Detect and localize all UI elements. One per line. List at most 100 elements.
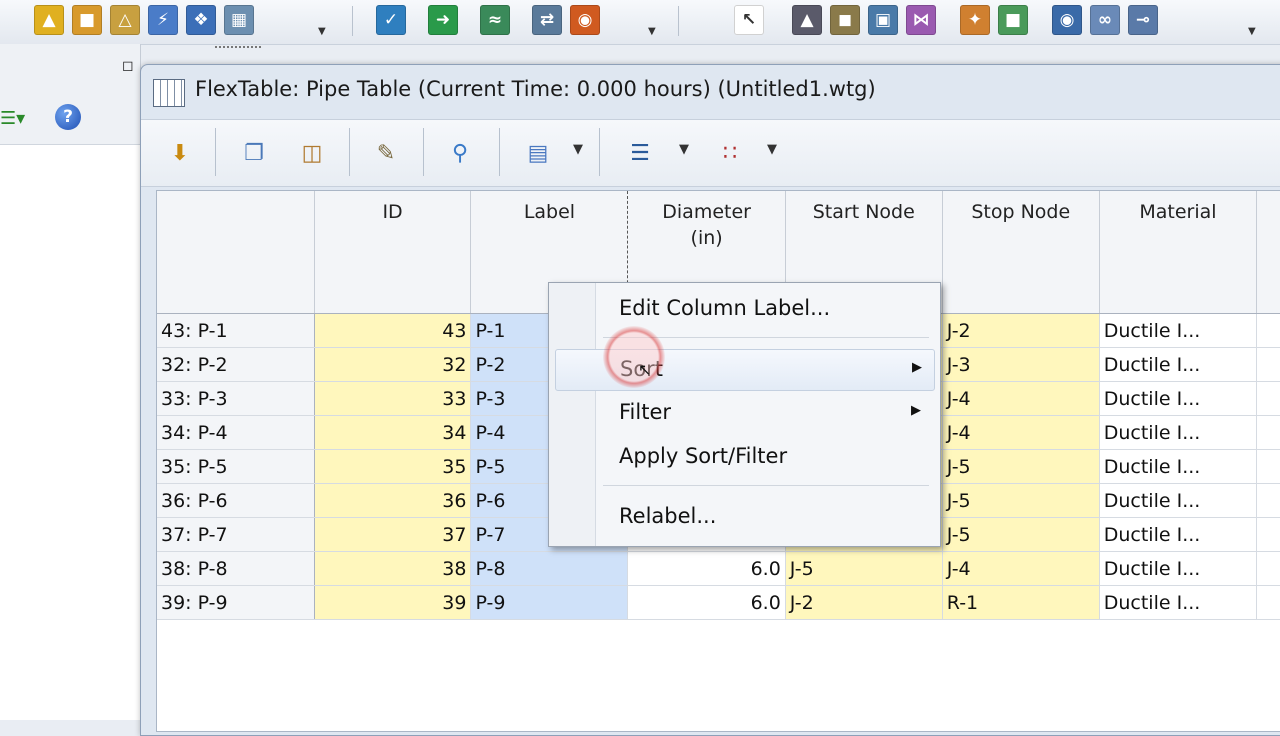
menu-item-edit-column-label[interactable]: Edit Column Label... <box>555 289 933 329</box>
help-icon[interactable]: ? <box>55 104 81 130</box>
row-header[interactable]: 37: P-7 <box>157 517 315 552</box>
cell-id[interactable]: 34 <box>314 415 472 450</box>
menu-item-apply-sort-filter[interactable]: Apply Sort/Filter <box>555 437 933 477</box>
reservoir-tool-icon[interactable]: ▣ <box>868 5 898 35</box>
validate-icon[interactable]: ✓ <box>376 5 406 35</box>
pump-tool-icon[interactable]: ▲ <box>792 5 822 35</box>
columns-icon[interactable]: ☰ <box>623 136 657 170</box>
cell-material[interactable]: Ductile I... <box>1099 415 1258 450</box>
cell-id[interactable]: 38 <box>314 551 472 586</box>
menu-item-relabel[interactable]: Relabel... <box>555 497 933 537</box>
cell-start-node[interactable]: J-5 <box>785 551 943 586</box>
chevron-down-icon[interactable]: ▼ <box>1248 26 1256 37</box>
graph-icon[interactable]: ≈ <box>480 5 510 35</box>
cell-extra[interactable] <box>1256 415 1280 450</box>
column-header-material[interactable]: Material <box>1099 191 1258 314</box>
report-icon[interactable]: ▤ <box>521 136 555 170</box>
cell-id[interactable]: 33 <box>314 381 472 416</box>
column-header-extra[interactable] <box>1256 191 1280 314</box>
cell-id[interactable]: 37 <box>314 517 472 552</box>
cell-id[interactable]: 39 <box>314 585 472 620</box>
cell-extra[interactable] <box>1256 483 1280 518</box>
tank-tool-icon[interactable]: ◼ <box>830 5 860 35</box>
row-header[interactable]: 39: P-9 <box>157 585 315 620</box>
chevron-down-icon[interactable]: ▼ <box>679 142 689 157</box>
scenario-manager-icon[interactable]: ■ <box>72 5 102 35</box>
map-tool-icon[interactable]: ■ <box>998 5 1028 35</box>
paste-icon[interactable]: ◫ <box>295 136 329 170</box>
cell-stop-node[interactable]: J-4 <box>942 381 1100 416</box>
chevron-down-icon[interactable]: ▼ <box>318 26 326 37</box>
copy-icon[interactable]: ❐ <box>237 136 271 170</box>
table-row[interactable]: 38: P-8 38 P-8 6.0 J-5 J-4 Ductile I... <box>157 551 1280 586</box>
row-header[interactable]: 38: P-8 <box>157 551 315 586</box>
cell-label[interactable]: P-9 <box>470 585 629 620</box>
menu-item-sort[interactable]: Sort ▶ <box>555 349 935 391</box>
chevron-down-icon[interactable]: ▼ <box>767 142 777 157</box>
report-icon[interactable]: ◉ <box>570 5 600 35</box>
select-pointer-icon[interactable]: ↖ <box>734 5 764 35</box>
row-header[interactable]: 36: P-6 <box>157 483 315 518</box>
property-grid-icon[interactable]: ▦ <box>224 5 254 35</box>
cell-extra[interactable] <box>1256 517 1280 552</box>
edit-icon[interactable]: ✎ <box>369 136 403 170</box>
cell-material[interactable]: Ductile I... <box>1099 585 1258 620</box>
globe-tool-icon[interactable]: ◉ <box>1052 5 1082 35</box>
cell-material[interactable]: Ductile I... <box>1099 517 1258 552</box>
cell-stop-node[interactable]: J-5 <box>942 449 1100 484</box>
cell-stop-node[interactable]: R-1 <box>942 585 1100 620</box>
cell-material[interactable]: Ductile I... <box>1099 313 1258 348</box>
network-navigator-icon[interactable]: ❖ <box>186 5 216 35</box>
cell-material[interactable]: Ductile I... <box>1099 347 1258 382</box>
column-header-id[interactable]: ID <box>314 191 472 314</box>
cell-diameter[interactable]: 6.0 <box>627 585 786 620</box>
chevron-down-icon[interactable]: ▼ <box>573 142 583 157</box>
cell-extra[interactable] <box>1256 585 1280 620</box>
cell-id[interactable]: 36 <box>314 483 472 518</box>
criticality-icon[interactable]: ⚡ <box>148 5 178 35</box>
cell-extra[interactable] <box>1256 449 1280 484</box>
cell-material[interactable]: Ductile I... <box>1099 551 1258 586</box>
table-row[interactable]: 39: P-9 39 P-9 6.0 J-2 R-1 Ductile I... <box>157 585 1280 620</box>
splitter-grip[interactable] <box>215 46 261 48</box>
menu-item-filter[interactable]: Filter ▶ <box>555 393 933 433</box>
add-list-icon[interactable]: ☰▾ <box>0 108 25 129</box>
cell-stop-node[interactable]: J-4 <box>942 551 1100 586</box>
cell-material[interactable]: Ductile I... <box>1099 381 1258 416</box>
hydrant-flow-icon[interactable]: ▲ <box>34 5 64 35</box>
export-icon[interactable]: ⬇ <box>163 136 197 170</box>
cell-material[interactable]: Ductile I... <box>1099 483 1258 518</box>
cell-extra[interactable] <box>1256 347 1280 382</box>
cell-extra[interactable] <box>1256 551 1280 586</box>
cell-material[interactable]: Ductile I... <box>1099 449 1258 484</box>
cell-stop-node[interactable]: J-2 <box>942 313 1100 348</box>
transfer-icon[interactable]: ⇄ <box>532 5 562 35</box>
cell-diameter[interactable]: 6.0 <box>627 551 786 586</box>
row-header[interactable]: 32: P-2 <box>157 347 315 382</box>
row-header[interactable]: 35: P-5 <box>157 449 315 484</box>
cell-id[interactable]: 35 <box>314 449 472 484</box>
select-icon[interactable]: ∷ <box>713 136 747 170</box>
cell-extra[interactable] <box>1256 313 1280 348</box>
cell-stop-node[interactable]: J-3 <box>942 347 1100 382</box>
chevron-down-icon[interactable]: ▼ <box>648 26 656 37</box>
cell-stop-node[interactable]: J-5 <box>942 517 1100 552</box>
cell-id[interactable]: 32 <box>314 347 472 382</box>
cell-label[interactable]: P-8 <box>470 551 629 586</box>
pipe-tool-icon[interactable]: ∞ <box>1090 5 1120 35</box>
cell-stop-node[interactable]: J-4 <box>942 415 1100 450</box>
junction-tool-icon[interactable]: ✦ <box>960 5 990 35</box>
row-header[interactable]: 43: P-1 <box>157 313 315 348</box>
valve-tool-icon[interactable]: ⋈ <box>906 5 936 35</box>
pin-icon[interactable]: ◻ <box>122 58 134 74</box>
skelebrator-icon[interactable]: △ <box>110 5 140 35</box>
cell-start-node[interactable]: J-2 <box>785 585 943 620</box>
window-titlebar[interactable]: FlexTable: Pipe Table (Current Time: 0.0… <box>141 65 1280 117</box>
compute-icon[interactable]: ➜ <box>428 5 458 35</box>
row-header[interactable]: 34: P-4 <box>157 415 315 450</box>
zoom-icon[interactable]: ⚲ <box>443 136 477 170</box>
cell-stop-node[interactable]: J-5 <box>942 483 1100 518</box>
cell-id[interactable]: 43 <box>314 313 472 348</box>
row-header[interactable]: 33: P-3 <box>157 381 315 416</box>
lateral-tool-icon[interactable]: ⊸ <box>1128 5 1158 35</box>
